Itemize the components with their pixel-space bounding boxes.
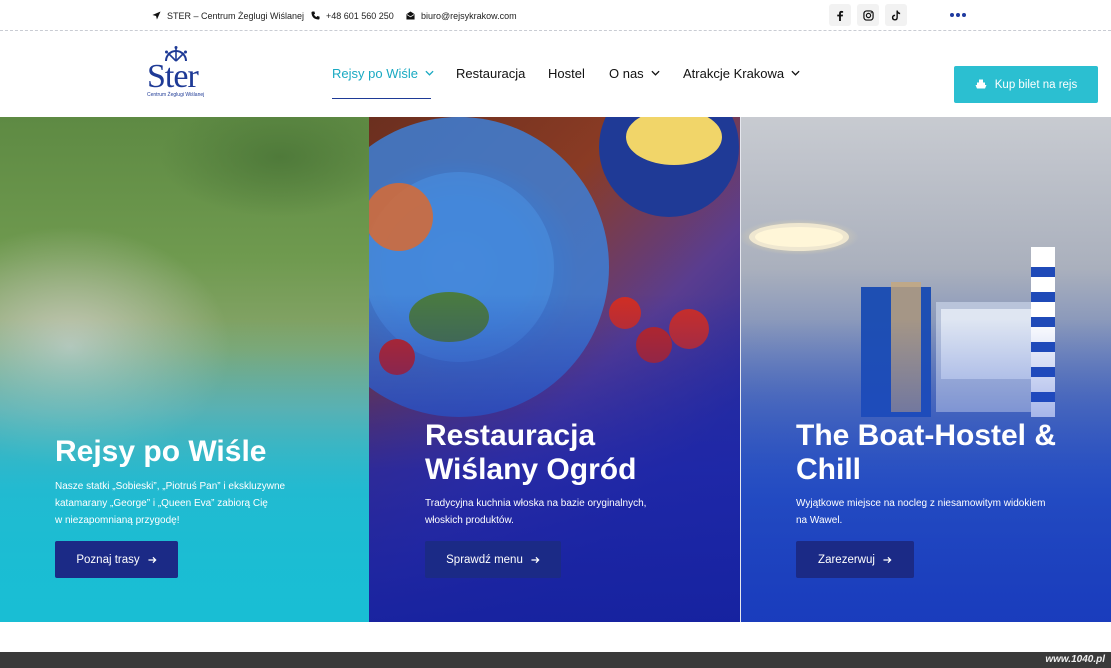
logo-wordmark: Ster: [147, 58, 199, 95]
cruises-description: Nasze statki „Sobieski”, „Piotruś Pan” i…: [55, 478, 355, 529]
restaurant-panel-content: Restauracja Wiślany Ogród: [425, 419, 636, 487]
explore-routes-label: Poznaj trasy: [76, 553, 140, 566]
main-header: Ster Centrum Żeglugi Wiślanej Rejsy po W…: [0, 32, 1111, 117]
nav-hostel[interactable]: Hostel: [548, 62, 585, 84]
hostel-description: Wyjątkowe miejsce na nocleg z niesamowit…: [796, 495, 1106, 529]
logo-subtitle: Centrum Żeglugi Wiślanej: [147, 92, 205, 98]
restaurant-desc-line: włoskich produktów.: [425, 515, 514, 526]
email-address[interactable]: biuro@rejsykrakow.com: [421, 11, 517, 21]
cabin-room-illustration: [749, 223, 1055, 417]
company-info: STER – Centrum Żeglugi Wiślanej: [152, 0, 304, 31]
hostel-title-line-2: Chill: [796, 453, 861, 486]
cruises-desc-line: w niezapomnianą przygodę!: [55, 515, 180, 526]
phone-info[interactable]: +48 601 560 250: [311, 0, 394, 31]
check-menu-button[interactable]: Sprawdź menu: [425, 541, 561, 578]
nav-o-nas[interactable]: O nas: [609, 62, 660, 84]
location-arrow-icon: [152, 11, 161, 20]
ship-icon: [975, 79, 987, 89]
email-info[interactable]: biuro@rejsykrakow.com: [406, 0, 517, 31]
chevron-down-icon: [651, 70, 660, 76]
restaurant-title-line-1: Restauracja: [425, 419, 596, 452]
nav-label: O nas: [609, 65, 644, 81]
nav-rejsy-po-wisle[interactable]: Rejsy po Wiśle: [332, 62, 434, 84]
cruises-panel: Rejsy po Wiśle Nasze statki „Sobieski”, …: [0, 117, 369, 622]
watermark-text: www.1040.pl: [1045, 654, 1105, 665]
cruises-desc-line: Nasze statki „Sobieski”, „Piotruś Pan” i…: [55, 481, 286, 492]
book-now-label: Zarezerwuj: [818, 553, 875, 566]
nav-restauracja[interactable]: Restauracja: [456, 62, 525, 84]
nav-label: Rejsy po Wiśle: [332, 65, 418, 81]
food-plate-illustration: [369, 117, 739, 417]
active-nav-underline: [332, 98, 431, 99]
hostel-desc-line: Wyjątkowe miejsce na nocleg z niesamowit…: [796, 498, 1046, 509]
more-options-icon[interactable]: [950, 8, 966, 22]
book-now-button[interactable]: Zarezerwuj: [796, 541, 914, 578]
cruises-panel-content: Rejsy po Wiśle: [55, 435, 266, 469]
restaurant-panel: Restauracja Wiślany Ogród Tradycyjna kuc…: [369, 117, 740, 622]
restaurant-title-line-2: Wiślany Ogród: [425, 453, 637, 486]
chevron-down-icon: [791, 70, 800, 76]
facebook-icon[interactable]: [829, 4, 851, 26]
instagram-icon[interactable]: [857, 4, 879, 26]
company-name: STER – Centrum Żeglugi Wiślanej: [167, 10, 305, 21]
arrow-right-icon: [531, 556, 540, 563]
chevron-down-icon: [425, 70, 434, 76]
nav-atrakcje-krakowa[interactable]: Atrakcje Krakowa: [683, 62, 800, 84]
hostel-desc-line: na Wawel.: [796, 515, 843, 526]
phone-icon: [311, 11, 320, 20]
top-info-bar: STER – Centrum Żeglugi Wiślanej +48 601 …: [0, 0, 1111, 31]
hostel-panel-content: The Boat-Hostel & Chill: [796, 419, 1056, 487]
cruises-desc-line: katamarany „George” i „Queen Eva” zabior…: [55, 498, 268, 509]
hostel-panel: The Boat-Hostel & Chill Wyjątkowe miejsc…: [740, 117, 1111, 622]
envelope-icon: [406, 11, 415, 20]
check-menu-label: Sprawdź menu: [446, 553, 523, 566]
nav-label: Restauracja: [456, 65, 526, 81]
nav-label: Atrakcje Krakowa: [683, 65, 785, 81]
hostel-title-line-1: The Boat-Hostel &: [796, 419, 1057, 452]
arrow-right-icon: [148, 556, 157, 563]
buy-ticket-label: Kup bilet na rejs: [994, 78, 1078, 91]
explore-routes-button[interactable]: Poznaj trasy: [55, 541, 178, 578]
arrow-right-icon: [883, 556, 892, 563]
restaurant-description: Tradycyjna kuchnia włoska na bazie orygi…: [425, 495, 725, 529]
phone-number[interactable]: +48 601 560 250: [326, 11, 394, 21]
site-logo[interactable]: Ster Centrum Żeglugi Wiślanej: [143, 46, 217, 102]
restaurant-desc-line: Tradycyjna kuchnia włoska na bazie orygi…: [425, 498, 647, 509]
footer-strip: [0, 652, 1111, 668]
tiktok-icon[interactable]: [885, 4, 907, 26]
buy-ticket-button[interactable]: Kup bilet na rejs: [954, 66, 1098, 103]
cruises-title: Rejsy po Wiśle: [55, 435, 267, 468]
nav-label: Hostel: [548, 65, 585, 81]
